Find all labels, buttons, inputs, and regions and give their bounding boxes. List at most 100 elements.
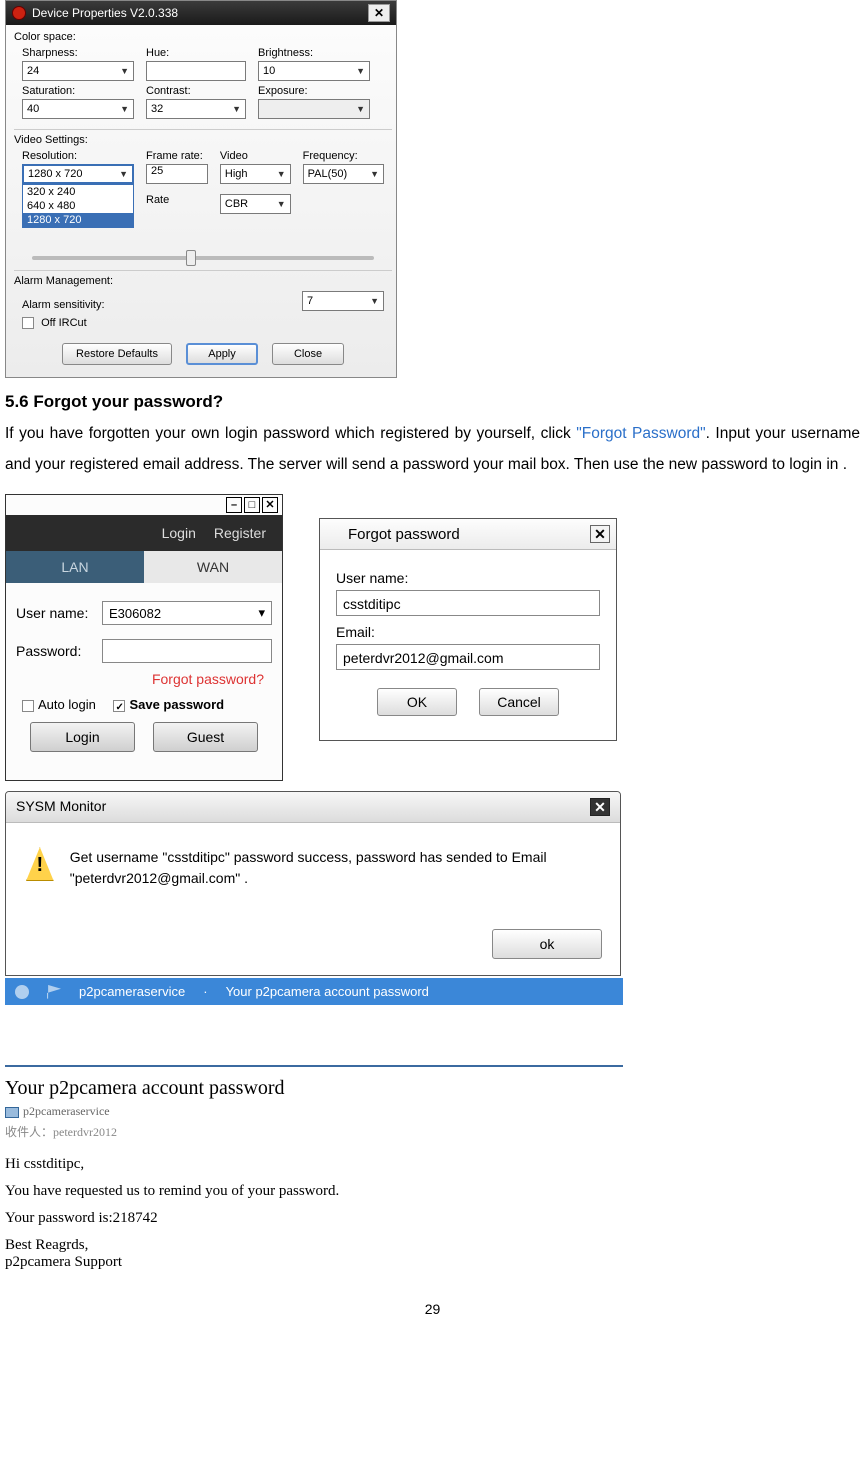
- tab-lan[interactable]: LAN: [6, 551, 144, 583]
- email-from: p2pcameraservice: [23, 1104, 110, 1118]
- fp-username-label: User name:: [336, 570, 600, 586]
- dialog-title: SYSM Monitor: [16, 798, 106, 816]
- separator: ·: [203, 984, 207, 999]
- email-content: Your p2pcamera account password p2pcamer…: [5, 1065, 623, 1271]
- sender-icon: [5, 1107, 19, 1118]
- username-input[interactable]: E306082▾: [102, 601, 272, 625]
- resolution-option[interactable]: 640 x 480: [23, 199, 133, 213]
- alarm-sensitivity-label: Alarm sensitivity:: [22, 299, 290, 311]
- fp-username-input[interactable]: csstditipc: [336, 590, 600, 616]
- alarm-sensitivity-select[interactable]: 7▼: [302, 291, 384, 311]
- close-button[interactable]: Close: [272, 343, 344, 365]
- sysm-monitor-dialog: SYSM Monitor ✕ Get username "csstditipc"…: [5, 791, 621, 976]
- warning-icon: [26, 847, 54, 881]
- login-topbar: Login Register: [6, 515, 282, 551]
- maximize-icon[interactable]: □: [244, 497, 260, 513]
- chevron-down-icon: ▼: [370, 169, 379, 179]
- window-title: Device Properties V2.0.338: [32, 6, 178, 20]
- fp-email-input[interactable]: peterdvr2012@gmail.com: [336, 644, 600, 670]
- email-line: Best Reagrds,: [5, 1237, 623, 1254]
- tab-wan[interactable]: WAN: [144, 551, 282, 583]
- close-icon[interactable]: ✕: [368, 4, 390, 22]
- auto-login-checkbox[interactable]: [22, 700, 34, 712]
- close-icon[interactable]: ✕: [262, 497, 278, 513]
- app-icon: [326, 526, 342, 542]
- guest-button[interactable]: Guest: [153, 722, 258, 752]
- section-paragraph: If you have forgotten your own login pas…: [5, 418, 860, 480]
- email-subject: Your p2pcamera account password: [5, 1077, 623, 1100]
- titlebar: Device Properties V2.0.338 ✕: [6, 1, 396, 25]
- slider[interactable]: [32, 256, 374, 260]
- contrast-select[interactable]: 32▼: [146, 99, 246, 119]
- flag-icon: [47, 985, 61, 999]
- resolution-label: Resolution:: [22, 150, 134, 162]
- video-select[interactable]: High▼: [220, 164, 291, 184]
- chevron-down-icon: ▼: [119, 169, 128, 179]
- email-line: Hi csstditipc,: [5, 1156, 623, 1173]
- minimize-icon[interactable]: –: [226, 497, 242, 513]
- email-to: peterdvr2012: [53, 1125, 117, 1139]
- dialog-title: Forgot password: [348, 526, 460, 543]
- hue-input[interactable]: [146, 61, 246, 81]
- password-label: Password:: [16, 643, 102, 659]
- ok-button[interactable]: OK: [377, 688, 457, 716]
- exposure-label: Exposure:: [258, 85, 370, 97]
- video-settings-label: Video Settings:: [14, 134, 392, 146]
- exposure-select: ▼: [258, 99, 370, 119]
- contrast-label: Contrast:: [146, 85, 246, 97]
- cancel-button[interactable]: Cancel: [479, 688, 559, 716]
- chevron-down-icon: ▾: [258, 605, 265, 621]
- ok-button[interactable]: ok: [492, 929, 602, 959]
- alarm-mgmt-label: Alarm Management:: [14, 275, 392, 287]
- framerate-label: Frame rate:: [146, 150, 208, 162]
- password-input[interactable]: [102, 639, 272, 663]
- close-icon[interactable]: ✕: [590, 525, 610, 543]
- app-icon: [12, 6, 26, 20]
- forgot-password-dialog: Forgot password ✕ User name: csstditipc …: [319, 518, 617, 741]
- chevron-down-icon: ▼: [356, 104, 365, 114]
- saturation-select[interactable]: 40▼: [22, 99, 134, 119]
- brightness-label: Brightness:: [258, 47, 370, 59]
- dialog-message: Get username "csstditipc" password succe…: [70, 847, 600, 889]
- forgot-password-link-text: "Forgot Password": [576, 425, 705, 442]
- video-label: Video: [220, 150, 291, 162]
- chevron-down-icon: ▼: [277, 199, 286, 209]
- apply-button[interactable]: Apply: [186, 343, 258, 365]
- register-link[interactable]: Register: [214, 525, 266, 541]
- framerate-input[interactable]: 25: [146, 164, 208, 184]
- resolution-select[interactable]: 1280 x 720▼: [22, 164, 134, 184]
- save-password-checkbox[interactable]: [113, 700, 125, 712]
- mail-row[interactable]: p2pcameraservice · Your p2pcamera accoun…: [5, 978, 623, 1005]
- rate-select[interactable]: CBR▼: [220, 194, 291, 214]
- forgot-password-link[interactable]: Forgot password?: [16, 671, 264, 687]
- login-link[interactable]: Login: [162, 525, 196, 541]
- email-line: Your password is:218742: [5, 1210, 623, 1227]
- email-line: You have requested us to remind you of y…: [5, 1183, 623, 1200]
- resolution-option[interactable]: 320 x 240: [23, 185, 133, 199]
- off-ircut-label: Off IRCut: [41, 317, 87, 329]
- mail-sender: p2pcameraservice: [79, 984, 185, 999]
- login-button[interactable]: Login: [30, 722, 135, 752]
- slider-thumb[interactable]: [186, 250, 196, 266]
- brightness-select[interactable]: 10▼: [258, 61, 370, 81]
- restore-defaults-button[interactable]: Restore Defaults: [62, 343, 172, 365]
- color-space-label: Color space:: [14, 31, 392, 43]
- save-password-label: Save password: [129, 697, 224, 712]
- close-icon[interactable]: ✕: [590, 798, 610, 816]
- chevron-down-icon: ▼: [370, 296, 379, 306]
- rate-label: Rate: [146, 194, 208, 206]
- status-icon: [15, 985, 29, 999]
- chevron-down-icon: ▼: [277, 169, 286, 179]
- page-number: 29: [5, 1301, 860, 1317]
- sharpness-select[interactable]: 24▼: [22, 61, 134, 81]
- chevron-down-icon: ▼: [232, 104, 241, 114]
- fp-email-label: Email:: [336, 624, 600, 640]
- frequency-label: Frequency:: [303, 150, 384, 162]
- mail-subject: Your p2pcamera account password: [226, 984, 429, 999]
- resolution-dropdown[interactable]: 320 x 240 640 x 480 1280 x 720: [22, 184, 134, 228]
- resolution-option[interactable]: 1280 x 720: [23, 213, 133, 227]
- off-ircut-checkbox[interactable]: [22, 317, 34, 329]
- sharpness-label: Sharpness:: [22, 47, 134, 59]
- frequency-select[interactable]: PAL(50)▼: [303, 164, 384, 184]
- saturation-label: Saturation:: [22, 85, 134, 97]
